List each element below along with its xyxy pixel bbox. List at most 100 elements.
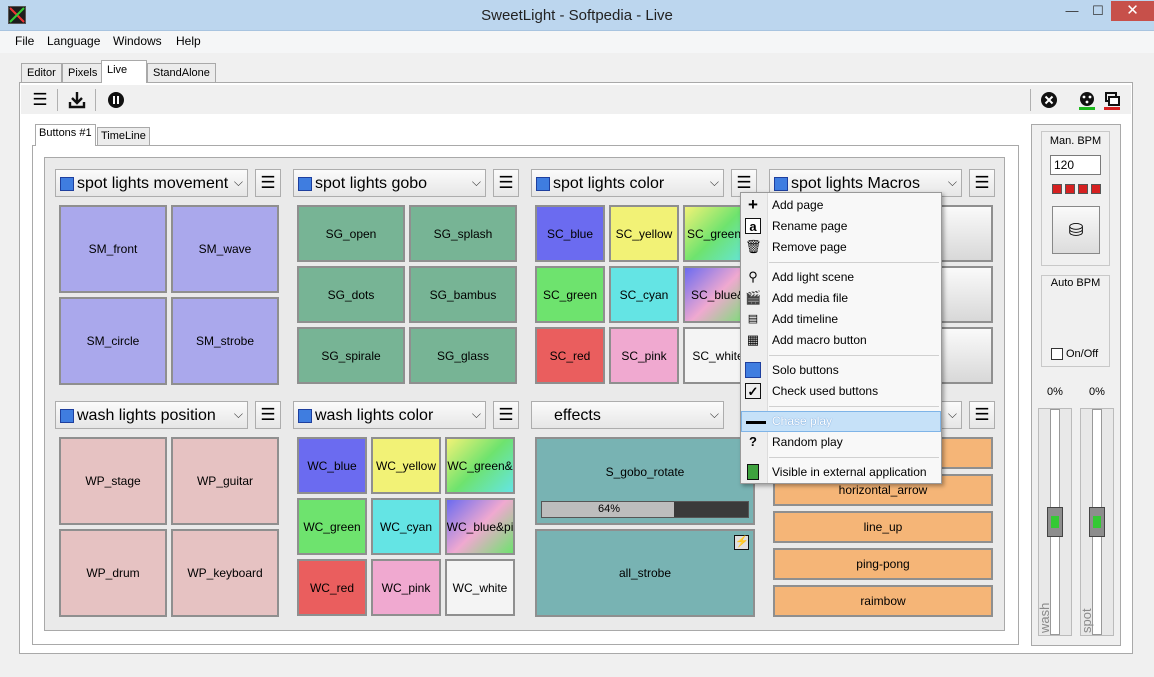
tab-timeline[interactable]: TimeLine: [97, 127, 150, 145]
light-button[interactable]: WC_green: [297, 498, 367, 555]
menu-item-visible-external[interactable]: Visible in external application: [741, 462, 941, 483]
group-menu-button[interactable]: ☰: [969, 169, 995, 197]
group-select-wash-lights-position[interactable]: wash lights position ⌵: [55, 401, 248, 429]
bpm-indicator: [1052, 184, 1101, 194]
tab-buttons-1[interactable]: Buttons #1: [35, 124, 96, 146]
light-button[interactable]: WP_guitar: [171, 437, 279, 525]
light-button[interactable]: SC_yellow: [609, 205, 679, 262]
menu-item-random-play[interactable]: ? Random play: [741, 432, 941, 453]
light-button[interactable]: WP_drum: [59, 529, 167, 617]
light-button[interactable]: SC_pink: [609, 327, 679, 384]
light-button[interactable]: SC_cyan: [609, 266, 679, 323]
light-button[interactable]: SG_open: [297, 205, 405, 262]
group-menu-button[interactable]: ☰: [493, 401, 519, 429]
light-button[interactable]: WC_red: [297, 559, 367, 616]
maximize-button[interactable]: ☐: [1085, 1, 1111, 21]
download-icon[interactable]: [67, 90, 87, 110]
light-button[interactable]: SG_bambus: [409, 266, 517, 323]
menu-item-add-macro-button[interactable]: ▦ Add macro button: [741, 330, 941, 351]
light-button[interactable]: SC_blue: [535, 205, 605, 262]
light-button[interactable]: WC_cyan: [371, 498, 441, 555]
light-button[interactable]: SC_green: [535, 266, 605, 323]
light-button[interactable]: WC_yellow: [371, 437, 441, 494]
light-button[interactable]: ping-pong: [773, 548, 993, 580]
menu-icon[interactable]: ☰: [30, 90, 50, 110]
spot-fader-value: 0%: [1089, 386, 1105, 398]
group-menu-button[interactable]: ☰: [255, 401, 281, 429]
light-button[interactable]: raimbow: [773, 585, 993, 617]
group-menu-button[interactable]: ☰: [969, 401, 995, 429]
tab-standalone[interactable]: StandAlone: [147, 63, 216, 82]
group-select-spot-lights-movement[interactable]: spot lights movement ⌵: [55, 169, 248, 197]
menu-item-add-page[interactable]: + Add page: [741, 195, 941, 216]
film-icon: 🎬: [745, 290, 762, 305]
menu-item-chase-play[interactable]: ▬▬ Chase play: [741, 411, 941, 432]
menu-item-rename-page[interactable]: a Rename page: [741, 216, 941, 237]
bpm-input[interactable]: 120: [1050, 155, 1101, 175]
windows-icon[interactable]: [1102, 90, 1122, 110]
light-button[interactable]: WP_keyboard: [171, 529, 279, 617]
menu-item-remove-page[interactable]: 🗑 Remove page: [741, 237, 941, 258]
wash-fader-thumb[interactable]: [1047, 507, 1063, 537]
light-button[interactable]: WP_stage: [59, 437, 167, 525]
menu-item-add-media-file[interactable]: 🎬 Add media file: [741, 288, 941, 309]
wash-fader[interactable]: wash: [1037, 408, 1072, 636]
group-select-spot-lights-color[interactable]: spot lights color ⌵: [531, 169, 724, 197]
group-select-effects[interactable]: effects ⌵: [531, 401, 724, 429]
close-circle-icon[interactable]: [1039, 90, 1059, 110]
man-bpm-label: Man. BPM: [1049, 135, 1102, 147]
spot-fader-thumb[interactable]: [1089, 507, 1105, 537]
menu-file[interactable]: File: [15, 34, 34, 48]
spot-fader-label: spot: [1079, 608, 1094, 633]
tab-pixels[interactable]: Pixels: [62, 63, 104, 82]
menu-language[interactable]: Language: [47, 34, 100, 48]
light-button[interactable]: WC_white: [445, 559, 515, 616]
light-button[interactable]: SG_glass: [409, 327, 517, 384]
menu-windows[interactable]: Windows: [113, 34, 162, 48]
light-button[interactable]: WC_green&: [445, 437, 515, 494]
group-icon: [536, 177, 550, 191]
minimize-button[interactable]: —: [1059, 1, 1085, 21]
group-menu-button[interactable]: ☰: [255, 169, 281, 197]
light-button[interactable]: SM_strobe: [171, 297, 279, 385]
group-select-spot-lights-gobo[interactable]: spot lights gobo ⌵: [293, 169, 486, 197]
light-button[interactable]: SM_wave: [171, 205, 279, 293]
light-button[interactable]: WC_pink: [371, 559, 441, 616]
close-button[interactable]: ✕: [1111, 1, 1154, 21]
macro-button[interactable]: [939, 327, 993, 384]
dmx-icon[interactable]: [1077, 90, 1097, 110]
group-select-wash-lights-color[interactable]: wash lights color ⌵: [293, 401, 486, 429]
macro-button[interactable]: [939, 205, 993, 262]
pause-icon[interactable]: [106, 90, 126, 110]
light-button[interactable]: SM_front: [59, 205, 167, 293]
light-button[interactable]: SG_spirale: [297, 327, 405, 384]
menu-item-add-timeline[interactable]: ▤ Add timeline: [741, 309, 941, 330]
group-select-unnamed[interactable]: ⌵: [939, 401, 962, 429]
light-button[interactable]: line_up: [773, 511, 993, 543]
tap-tempo-button[interactable]: ⛁: [1052, 206, 1100, 254]
spot-fader[interactable]: spot: [1079, 408, 1114, 636]
group-menu-button[interactable]: ☰: [493, 169, 519, 197]
menu-item-solo-buttons[interactable]: Solo buttons: [741, 360, 941, 381]
light-button[interactable]: SM_circle: [59, 297, 167, 385]
menu-item-check-used-buttons[interactable]: ✓ Check used buttons: [741, 381, 941, 402]
light-button[interactable]: WC_blue&pi: [445, 498, 515, 555]
light-button[interactable]: all_strobe: [535, 529, 755, 617]
flash-icon: ⚡: [734, 535, 749, 550]
tab-live[interactable]: Live: [101, 60, 147, 83]
macro-button[interactable]: [939, 266, 993, 323]
macro-button[interactable]: [939, 437, 993, 469]
menu-help[interactable]: Help: [176, 34, 201, 48]
tab-editor[interactable]: Editor: [21, 63, 62, 82]
menu-item-add-light-scene[interactable]: ⚲ Add light scene: [741, 267, 941, 288]
light-button[interactable]: WC_blue: [297, 437, 367, 494]
light-button[interactable]: SG_dots: [297, 266, 405, 323]
phone-icon: [747, 464, 759, 480]
auto-bpm-label: Auto BPM: [1050, 277, 1101, 289]
group-icon: [298, 409, 312, 423]
group-icon: [774, 177, 788, 191]
light-button[interactable]: SG_splash: [409, 205, 517, 262]
chevron-down-icon: ⌵: [471, 175, 481, 189]
onoff-checkbox[interactable]: [1051, 348, 1063, 360]
light-button[interactable]: SC_red: [535, 327, 605, 384]
